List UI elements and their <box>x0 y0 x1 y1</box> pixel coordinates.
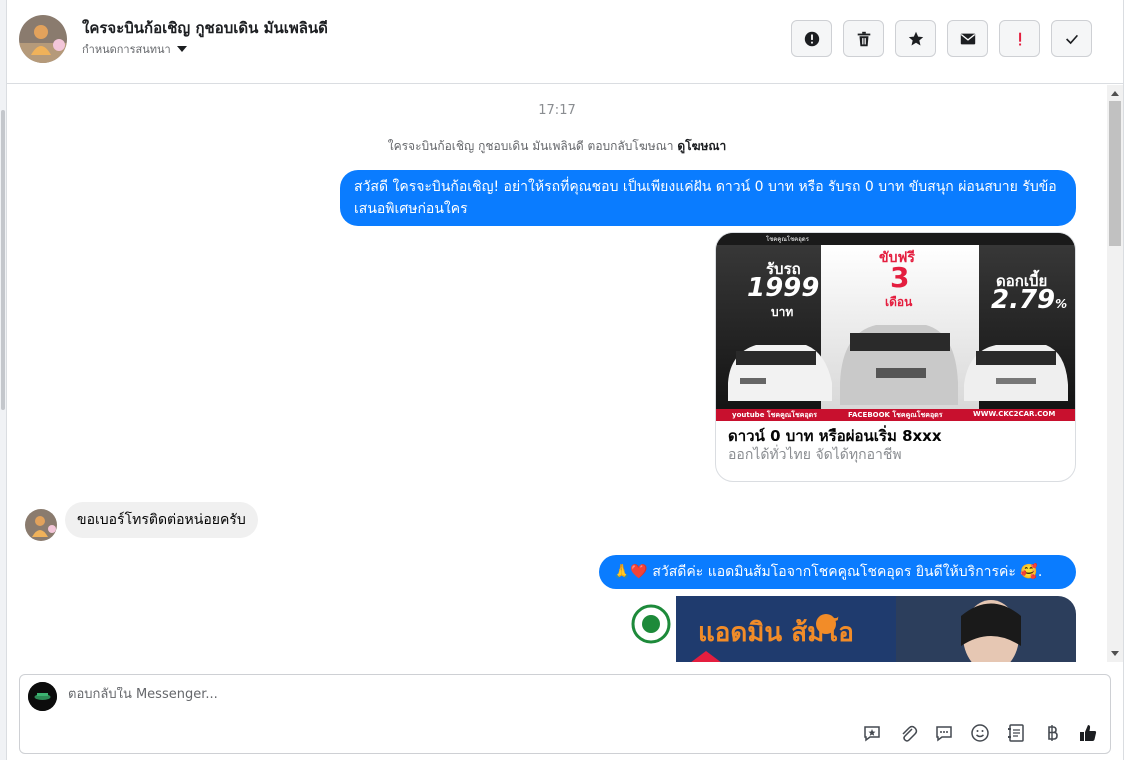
mark-unread-button[interactable] <box>947 20 988 57</box>
ad-right-value: 2.79 <box>991 285 1056 315</box>
notes-icon <box>1008 724 1024 742</box>
ad-footer-youtube: youtube โชคคูณโชคอุดร <box>732 411 817 419</box>
left-scrollbar-thumb[interactable] <box>1 110 5 410</box>
conversation-label: กำหนดการสนทนา <box>82 43 171 56</box>
admin-photo-attachment[interactable]: แอดมิน ส้มโอ <box>626 596 1076 662</box>
ad-center-value: 3 <box>890 261 910 294</box>
ad-footer-website: WWW.CKC2CAR.COM <box>973 410 1056 418</box>
thread-scrollbar[interactable] <box>1107 85 1123 662</box>
ad-left-value: 1999 <box>747 273 820 303</box>
add-reaction-button[interactable] <box>860 721 884 745</box>
attach-button[interactable] <box>896 721 920 745</box>
emoji-button[interactable] <box>968 721 992 745</box>
delete-button[interactable] <box>843 20 884 57</box>
done-button[interactable] <box>1051 20 1092 57</box>
ad-left-unit: บาท <box>771 305 794 319</box>
ad-image: โชคคูณโชคอุดร รับรถ 1999 บาท ขับฟรี 3 เด… <box>716 233 1075 421</box>
message-thread[interactable]: 17:17 ใครจะบินก้อเชิญ กูชอบเดิน มันเพลิน… <box>7 85 1107 662</box>
payment-button[interactable] <box>1040 721 1064 745</box>
outgoing-message-2[interactable]: 🙏❤️ สวัสดีค่ะ แอดมินส้มโอจากโชคคูณโชคอุด… <box>599 555 1076 589</box>
trash-icon <box>857 31 870 46</box>
ad-center-unit: เดือน <box>885 295 913 309</box>
conversation-label-dropdown[interactable]: กำหนดการสนทนา <box>82 40 187 58</box>
ad-right-rate: 2.79% <box>991 285 1067 315</box>
scroll-up-arrow[interactable] <box>1111 91 1119 96</box>
reply-input[interactable] <box>68 687 768 702</box>
page-avatar <box>28 682 57 711</box>
exclamation-circle-icon <box>804 31 819 46</box>
conversation-header: ใครจะบินก้อเชิญ กูชอบเดิน มันเพลินดี กำห… <box>7 0 1123 84</box>
notes-button[interactable] <box>1004 721 1028 745</box>
ad-reply-note-text: ใครจะบินก้อเชิญ กูชอบเดิน มันเพลินดี ตอบ… <box>387 139 674 153</box>
like-icon <box>1080 725 1097 741</box>
view-ad-link[interactable]: ดูโฆษณา <box>677 139 726 153</box>
caret-down-icon <box>176 46 187 52</box>
ad-reply-note: ใครจะบินก้อเชิญ กูชอบเดิน มันเพลินดี ตอบ… <box>7 137 1107 156</box>
attachment-icon <box>902 725 918 742</box>
contact-avatar[interactable] <box>19 15 67 63</box>
contact-avatar-small[interactable] <box>25 509 57 541</box>
emoji-icon <box>971 724 989 742</box>
add-reaction-icon <box>864 726 880 742</box>
saved-replies-icon <box>936 726 952 742</box>
baht-icon <box>1048 725 1058 741</box>
ad-card-subtitle: ออกได้ทั่วไทย จัดได้ทุกอาชีพ <box>728 447 902 463</box>
left-edge <box>0 0 7 760</box>
contact-name: ใครจะบินก้อเชิญ กูชอบเดิน มันเพลินดี <box>82 19 328 37</box>
star-button[interactable] <box>895 20 936 57</box>
message-timestamp: 17:17 <box>538 103 576 118</box>
reply-composer[interactable] <box>19 674 1111 754</box>
check-icon <box>1065 34 1078 44</box>
report-button[interactable] <box>791 20 832 57</box>
star-icon <box>908 31 923 45</box>
like-button[interactable] <box>1076 721 1100 745</box>
exclamation-icon <box>1018 32 1021 45</box>
admin-photo-caption: แอดมิน ส้มโอ <box>698 618 854 648</box>
ad-footer-facebook: FACEBOOK โชคคูณโชคอุดร <box>848 411 943 419</box>
scrollbar-thumb[interactable] <box>1109 101 1121 246</box>
envelope-icon <box>960 33 975 44</box>
saved-replies-button[interactable] <box>932 721 956 745</box>
header-actions <box>791 20 1092 57</box>
scroll-down-arrow[interactable] <box>1111 651 1119 656</box>
composer-toolbar <box>860 721 1100 745</box>
incoming-message[interactable]: ขอเบอร์โทรติดต่อหน่อยครับ <box>65 502 258 538</box>
outgoing-message[interactable]: สวัสดี ใครจะบินก้อเชิญ! อย่าให้รถที่คุณช… <box>340 170 1076 226</box>
ad-brand-top: โชคคูณโชคอุดร <box>766 236 809 243</box>
ad-right-unit: % <box>1055 297 1068 311</box>
right-edge <box>1123 0 1129 760</box>
ad-card[interactable]: โชคคูณโชคอุดร รับรถ 1999 บาท ขับฟรี 3 เด… <box>715 232 1076 482</box>
spam-button[interactable] <box>999 20 1040 57</box>
